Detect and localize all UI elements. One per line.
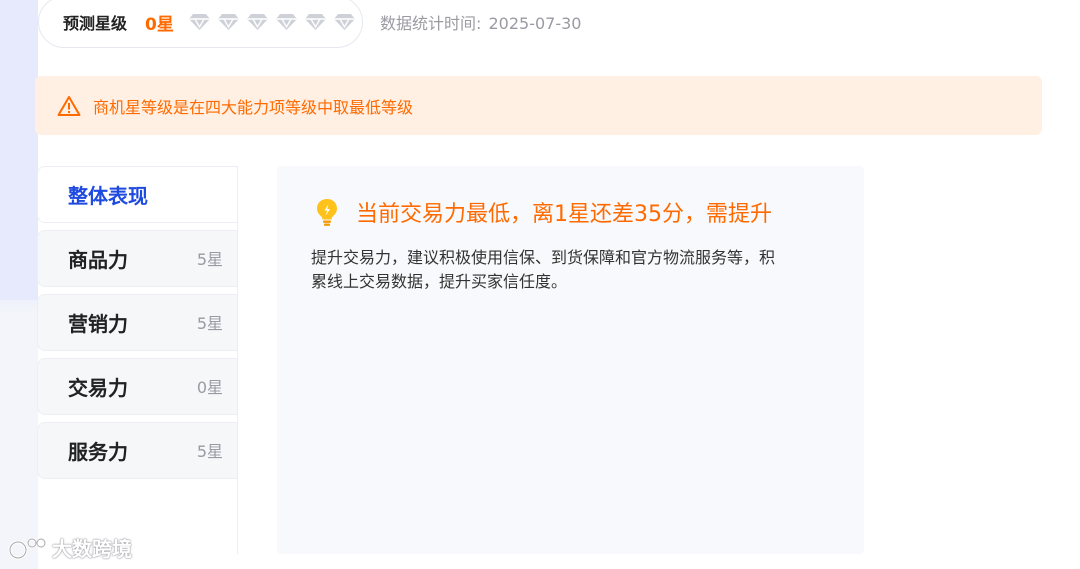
- notice-bar: 商机星等级是在四大能力项等级中取最低等级: [35, 76, 1042, 135]
- lightbulb-icon: [317, 199, 337, 226]
- tab-stars: 5星: [196, 314, 223, 333]
- tab-marketing[interactable]: 营销力 5星: [37, 294, 237, 351]
- stat-time-label: 数据统计时间:: [380, 14, 482, 33]
- tab-overall[interactable]: 整体表现: [37, 166, 237, 223]
- advice-header: 当前交易力最低，离1星还差35分，需提升: [314, 196, 772, 228]
- advice-body-line: 累线上交易数据，提升买家信任度。: [311, 272, 568, 291]
- advice-body: 提升交易力，建议积极使用信保、到货保障和官方物流服务等，积 累线上交易数据，提升…: [311, 246, 831, 294]
- brand-logo-icon: [8, 537, 47, 559]
- rating-diamonds: [188, 13, 356, 31]
- rating-value: 0星: [145, 14, 174, 35]
- watermark-text: 大数跨境: [52, 537, 132, 561]
- tab-stars: 5星: [196, 442, 223, 461]
- capability-tabs: 整体表现 商品力 5星 营销力 5星 交易力 0星 服务力 5星: [37, 166, 237, 486]
- tab-product[interactable]: 商品力 5星: [37, 230, 237, 287]
- tab-stars: 5星: [196, 250, 223, 269]
- diamond-icon: [275, 14, 297, 30]
- diamond-icon: [246, 14, 268, 30]
- notice-text: 商机星等级是在四大能力项等级中取最低等级: [93, 97, 414, 117]
- watermark: 大数跨境: [8, 533, 132, 562]
- diamond-icon: [217, 14, 239, 30]
- tab-transaction[interactable]: 交易力 0星: [37, 358, 237, 415]
- stat-time: 数据统计时间: 2025-07-30: [378, 10, 581, 34]
- tab-label: 服务力: [68, 440, 128, 464]
- tab-divider: [237, 166, 238, 554]
- tab-stars: 0星: [196, 378, 223, 397]
- rating-label: 预测星级: [63, 14, 128, 33]
- predicted-rating-pill: 预测星级 0星: [38, 0, 363, 48]
- tab-label: 交易力: [68, 376, 128, 400]
- diamond-icon: [188, 14, 210, 30]
- diamond-icon: [333, 14, 355, 30]
- warning-triangle-icon: [57, 95, 81, 116]
- tab-label: 商品力: [68, 248, 128, 272]
- tab-service[interactable]: 服务力 5星: [37, 422, 237, 479]
- stat-time-date: 2025-07-30: [488, 14, 582, 33]
- tab-label: 整体表现: [68, 184, 148, 208]
- advice-title: 当前交易力最低，离1星还差35分，需提升: [356, 202, 772, 227]
- tab-label: 营销力: [68, 312, 128, 336]
- advice-body-line: 提升交易力，建议积极使用信保、到货保障和官方物流服务等，积: [311, 248, 776, 267]
- left-background: [0, 0, 38, 569]
- diamond-icon: [304, 14, 326, 30]
- advice-card: 当前交易力最低，离1星还差35分，需提升 提升交易力，建议积极使用信保、到货保障…: [277, 166, 864, 554]
